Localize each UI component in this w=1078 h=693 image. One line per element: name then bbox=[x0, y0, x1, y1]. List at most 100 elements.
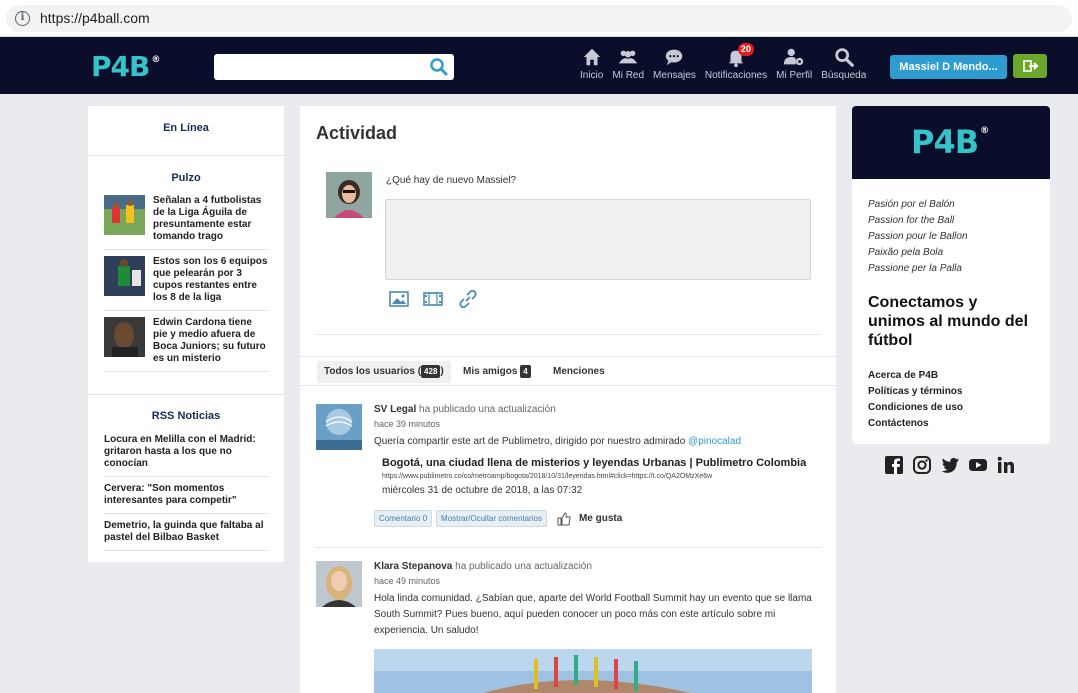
rss-item[interactable]: Demetrio, la guinda que faltaba al paste… bbox=[104, 514, 268, 551]
link-condiciones[interactable]: Condiciones de uso bbox=[868, 400, 1050, 416]
link-preview-url[interactable]: https://www.publimetro.co/co/metroamp/bo… bbox=[382, 473, 814, 480]
site-logo[interactable]: P4B ® bbox=[91, 50, 160, 83]
nav-label: Inicio bbox=[580, 70, 604, 81]
nav-mi-perfil[interactable]: Mi Perfil bbox=[776, 46, 812, 86]
news-headline: Señalan a 4 futbolistas de la Liga Águil… bbox=[153, 195, 262, 242]
post-author[interactable]: SV Legal bbox=[374, 404, 416, 415]
toggle-comments-button[interactable]: Mostrar/Ocultar comentarios bbox=[436, 510, 547, 527]
nav-label: Búsqueda bbox=[821, 70, 867, 81]
notification-badge: 20 bbox=[737, 43, 754, 56]
nav-mi-red[interactable]: Mi Red bbox=[612, 46, 644, 86]
left-sidebar: En Línea Pulzo Señalan a 4 futbolistas d… bbox=[88, 106, 284, 562]
thumbs-up-icon[interactable] bbox=[557, 511, 571, 526]
nav-label: Mensajes bbox=[653, 70, 696, 81]
twitter-icon[interactable] bbox=[940, 455, 960, 475]
link-icon[interactable] bbox=[458, 290, 478, 308]
slogan: Pasión por el Balón bbox=[868, 199, 955, 210]
url-box[interactable]: i https://p4ball.com bbox=[6, 5, 1072, 32]
count-badge: 428 bbox=[421, 364, 441, 378]
rss-item[interactable]: Cervera: "Son momentos interesantes para… bbox=[104, 477, 268, 514]
linkedin-icon[interactable] bbox=[996, 455, 1016, 475]
search-box bbox=[214, 54, 454, 80]
like-button[interactable]: Me gusta bbox=[579, 513, 622, 524]
nav-notificaciones[interactable]: 20 Notificaciones bbox=[704, 43, 768, 86]
slogan: Passion for the Ball bbox=[868, 215, 955, 226]
youtube-icon[interactable] bbox=[968, 455, 988, 475]
tab-todos-los-usuarios[interactable]: Todos los usuarios (428) bbox=[317, 361, 451, 383]
people-icon bbox=[619, 50, 638, 64]
brand-banner: P4B ® bbox=[852, 106, 1050, 179]
news-thumbnail bbox=[104, 195, 145, 235]
post-image[interactable] bbox=[374, 649, 812, 693]
status-textarea[interactable] bbox=[385, 199, 811, 280]
link-contactenos[interactable]: Contáctenos bbox=[868, 416, 1050, 432]
post-header: Klara Stepanova ha publicado una actuali… bbox=[374, 561, 592, 572]
search-input[interactable] bbox=[220, 58, 420, 76]
sign-out-icon bbox=[1023, 60, 1039, 72]
nav-label: Mi Red bbox=[612, 70, 645, 81]
tab-mis-amigos[interactable]: Mis amigos 4 bbox=[456, 361, 538, 383]
search-icon[interactable] bbox=[429, 57, 449, 77]
news-headline: Edwin Cardona tiene pie y medio afuera d… bbox=[153, 317, 266, 364]
feed-tabs: Todos los usuarios (428) Mis amigos 4 Me… bbox=[300, 356, 836, 386]
online-title: En Línea bbox=[163, 122, 209, 134]
news-item[interactable]: Estos son los 6 equipos que pelearán por… bbox=[104, 250, 268, 311]
news-item[interactable]: Edwin Cardona tiene pie y medio afuera d… bbox=[104, 311, 268, 372]
link-preview-title[interactable]: Bogotá, una ciudad llena de misterios y … bbox=[382, 457, 814, 469]
facebook-icon[interactable] bbox=[884, 455, 904, 475]
footer-links: Acerca de P4B Políticas y términos Condi… bbox=[868, 368, 1050, 432]
user-gear-icon bbox=[784, 48, 804, 66]
nav-label: Notificaciones bbox=[704, 70, 768, 81]
page-title: Actividad bbox=[316, 123, 398, 143]
logout-button[interactable] bbox=[1013, 54, 1047, 78]
slogan: Paixão pela Bola bbox=[868, 247, 944, 258]
count-badge: 4 bbox=[520, 364, 531, 378]
nav-mensajes[interactable]: Mensajes bbox=[653, 46, 696, 86]
main-nav: Inicio Mi Red Mensajes 20 Notificaciones… bbox=[580, 43, 875, 86]
nav-label: Mi Perfil bbox=[776, 70, 813, 81]
pulzo-title: Pulzo bbox=[171, 172, 201, 184]
avatar[interactable] bbox=[316, 561, 362, 607]
rss-title: RSS Noticias bbox=[151, 410, 221, 422]
post-timestamp[interactable]: hace 49 minutos bbox=[374, 576, 814, 586]
tagline: Conectamos y unimos al mundo del fútbol bbox=[868, 294, 1029, 349]
image-icon[interactable] bbox=[389, 290, 409, 308]
link-politicas[interactable]: Políticas y términos bbox=[868, 384, 1050, 400]
post-actions: Comentario 0 Mostrar/Ocultar comentarios… bbox=[374, 510, 814, 527]
brand-logo: P4B ® bbox=[911, 123, 989, 161]
news-thumbnail bbox=[104, 317, 145, 357]
avatar[interactable] bbox=[326, 172, 372, 218]
mention-link[interactable]: @pinocalad bbox=[688, 436, 741, 447]
home-icon bbox=[583, 48, 600, 66]
rss-item[interactable]: Locura en Melilla con el Madrid: gritaro… bbox=[104, 428, 268, 477]
link-acerca[interactable]: Acerca de P4B bbox=[868, 368, 1050, 384]
comment-button[interactable]: Comentario 0 bbox=[374, 510, 433, 527]
link-preview-date: miércoles 31 de octubre de 2018, a las 0… bbox=[382, 485, 583, 496]
news-headline: Estos son los 6 equipos que pelearán por… bbox=[153, 256, 268, 303]
site-header: P4B ® Inicio Mi Red Mensajes 20 Notificac… bbox=[0, 37, 1078, 94]
right-sidebar: P4B ® Pasión por el Balón Passion for the… bbox=[852, 106, 1050, 444]
news-item[interactable]: Señalan a 4 futbolistas de la Liga Águil… bbox=[104, 189, 268, 250]
url-text[interactable]: https://p4ball.com bbox=[40, 10, 150, 26]
user-profile-button[interactable]: Massiel D Mendo... bbox=[890, 55, 1007, 79]
post-header: SV Legal ha publicado una actualización bbox=[374, 404, 556, 415]
composer-prompt: ¿Qué hay de nuevo Massiel? bbox=[386, 175, 517, 186]
chat-icon bbox=[666, 49, 683, 66]
nav-inicio[interactable]: Inicio bbox=[580, 46, 603, 86]
post-text: Hola linda comunidad. ¿Sabían que, apart… bbox=[374, 593, 812, 636]
instagram-icon[interactable] bbox=[912, 455, 932, 475]
activity-feed: Actividad ¿Qué hay de nuevo Massiel? Tod… bbox=[300, 106, 836, 693]
divider bbox=[316, 334, 820, 335]
nav-busqueda[interactable]: Búsqueda bbox=[821, 46, 866, 86]
tab-menciones[interactable]: Menciones bbox=[546, 361, 612, 383]
slogans: Pasión por el Balón Passion for the Ball… bbox=[868, 197, 1050, 277]
video-icon[interactable] bbox=[423, 290, 443, 308]
post-text: Quería compartir este art de Publimetro,… bbox=[374, 436, 742, 447]
news-thumbnail bbox=[104, 256, 145, 296]
post-timestamp[interactable]: hace 39 minutos bbox=[374, 419, 814, 429]
activity-post: SV Legal ha publicado una actualización … bbox=[316, 404, 820, 548]
info-icon[interactable]: i bbox=[15, 11, 30, 26]
post-author[interactable]: Klara Stepanova bbox=[374, 561, 452, 572]
avatar[interactable] bbox=[316, 404, 362, 450]
browser-address-bar: i https://p4ball.com bbox=[0, 0, 1078, 37]
